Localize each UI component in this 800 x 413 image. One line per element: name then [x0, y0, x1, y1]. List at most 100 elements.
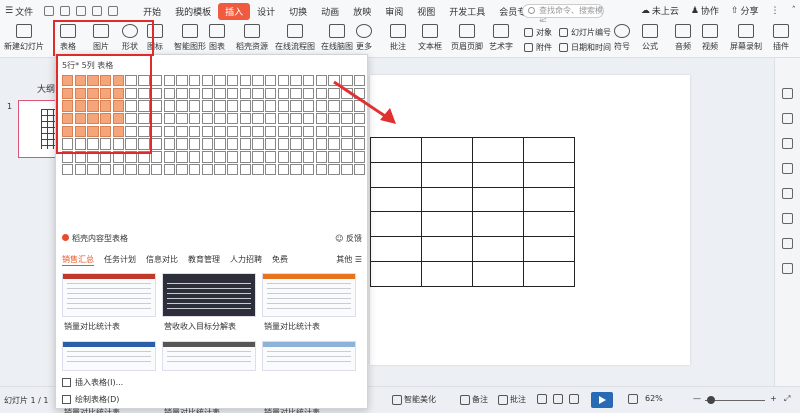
- grid-cell[interactable]: [214, 125, 226, 138]
- slides-icon[interactable]: [782, 163, 793, 174]
- tab-1[interactable]: 我的模板: [168, 3, 218, 20]
- table-cell[interactable]: [421, 211, 473, 238]
- grid-cell[interactable]: [265, 87, 277, 100]
- grid-cell[interactable]: [252, 100, 264, 112]
- grid-cell[interactable]: [315, 87, 328, 100]
- tab-8[interactable]: 视图: [410, 3, 442, 20]
- grid-cell[interactable]: [239, 163, 252, 176]
- grid-cell[interactable]: [201, 113, 213, 125]
- grid-cell[interactable]: [239, 151, 252, 163]
- grid-cell[interactable]: [328, 138, 340, 150]
- grid-cell[interactable]: [163, 151, 175, 163]
- formula-button[interactable]: 公式: [642, 24, 658, 52]
- grid-cell[interactable]: [214, 87, 226, 100]
- grid-cell[interactable]: [353, 138, 366, 150]
- grid-cell[interactable]: [188, 100, 201, 112]
- reading-view-button[interactable]: [569, 394, 579, 404]
- zoom-level[interactable]: 62%: [645, 394, 663, 403]
- grid-cell[interactable]: [201, 75, 213, 87]
- grid-cell[interactable]: [201, 151, 213, 163]
- table-cell[interactable]: [472, 211, 524, 238]
- grid-cell[interactable]: [138, 163, 150, 176]
- grid-cell[interactable]: [226, 151, 239, 163]
- category-tab-2[interactable]: 信息对比: [146, 254, 178, 266]
- grid-cell[interactable]: [176, 100, 188, 112]
- grid-cell[interactable]: [341, 163, 353, 176]
- tab-9[interactable]: 开发工具: [442, 3, 492, 20]
- table-cell[interactable]: [370, 236, 422, 263]
- grid-cell[interactable]: [277, 87, 290, 100]
- grid-cell[interactable]: [214, 100, 226, 112]
- tab-4[interactable]: 切换: [282, 3, 314, 20]
- grid-cell[interactable]: [290, 163, 302, 176]
- tab-7[interactable]: 审阅: [378, 3, 410, 20]
- category-tab-1[interactable]: 任务计划: [104, 254, 136, 266]
- location-icon[interactable]: [782, 213, 793, 224]
- grid-cell[interactable]: [188, 113, 201, 125]
- grid-cell[interactable]: [163, 75, 175, 87]
- zoom-in-button[interactable]: +: [770, 394, 777, 403]
- grid-cell[interactable]: [277, 100, 290, 112]
- grid-cell[interactable]: [226, 75, 239, 87]
- grid-cell[interactable]: [188, 163, 201, 176]
- grid-cell[interactable]: [163, 138, 175, 150]
- pin-icon[interactable]: [782, 138, 793, 149]
- comment-button[interactable]: 批注: [390, 24, 406, 52]
- grid-cell[interactable]: [290, 113, 302, 125]
- grid-cell[interactable]: [150, 138, 163, 150]
- table-cell[interactable]: [421, 261, 473, 287]
- grid-cell[interactable]: [277, 113, 290, 125]
- grid-cell[interactable]: [163, 163, 175, 176]
- grid-cell[interactable]: [87, 163, 99, 176]
- tab-0[interactable]: 开始: [136, 3, 168, 20]
- grid-cell[interactable]: [163, 100, 175, 112]
- flowchart-button[interactable]: 在线流程图: [275, 24, 315, 52]
- grid-cell[interactable]: [201, 87, 213, 100]
- grid-cell[interactable]: [303, 87, 315, 100]
- grid-cell[interactable]: [239, 75, 252, 87]
- grid-cell[interactable]: [226, 163, 239, 176]
- grid-cell[interactable]: [303, 151, 315, 163]
- grid-cell[interactable]: [315, 151, 328, 163]
- grid-cell[interactable]: [176, 113, 188, 125]
- grid-cell[interactable]: [176, 138, 188, 150]
- grid-cell[interactable]: [265, 151, 277, 163]
- table-cell[interactable]: [421, 186, 473, 213]
- notes-button[interactable]: 备注: [460, 394, 488, 405]
- grid-cell[interactable]: [277, 163, 290, 176]
- tab-5[interactable]: 动画: [314, 3, 346, 20]
- template-card[interactable]: [262, 341, 356, 371]
- grid-cell[interactable]: [163, 87, 175, 100]
- grid-cell[interactable]: [188, 75, 201, 87]
- grid-cell[interactable]: [201, 138, 213, 150]
- grid-cell[interactable]: [252, 113, 264, 125]
- zoom-out-button[interactable]: —: [693, 394, 701, 403]
- tab-3[interactable]: 设计: [250, 3, 282, 20]
- sorter-view-button[interactable]: [553, 394, 563, 404]
- grid-cell[interactable]: [201, 163, 213, 176]
- grid-cell[interactable]: [226, 113, 239, 125]
- table-cell[interactable]: [523, 186, 575, 213]
- table-cell[interactable]: [370, 161, 422, 188]
- template-card[interactable]: [262, 273, 356, 317]
- grid-cell[interactable]: [226, 87, 239, 100]
- table-cell[interactable]: [523, 236, 575, 263]
- grid-cell[interactable]: [214, 113, 226, 125]
- grid-cell[interactable]: [239, 100, 252, 112]
- grid-cell[interactable]: [239, 138, 252, 150]
- grid-cell[interactable]: [303, 163, 315, 176]
- table-cell[interactable]: [421, 137, 473, 163]
- grid-cell[interactable]: [303, 113, 315, 125]
- category-tab-5[interactable]: 免费: [272, 254, 288, 266]
- chart-button[interactable]: 图表: [209, 24, 225, 52]
- grid-cell[interactable]: [176, 87, 188, 100]
- grid-cell[interactable]: [265, 100, 277, 112]
- grid-cell[interactable]: [176, 163, 188, 176]
- table-cell[interactable]: [472, 236, 524, 263]
- grid-cell[interactable]: [112, 163, 125, 176]
- grid-cell[interactable]: [277, 125, 290, 138]
- grid-cell[interactable]: [315, 75, 328, 87]
- category-tab-4[interactable]: 人力招聘: [230, 254, 262, 266]
- grid-cell[interactable]: [341, 138, 353, 150]
- tab-2[interactable]: 插入: [218, 2, 251, 20]
